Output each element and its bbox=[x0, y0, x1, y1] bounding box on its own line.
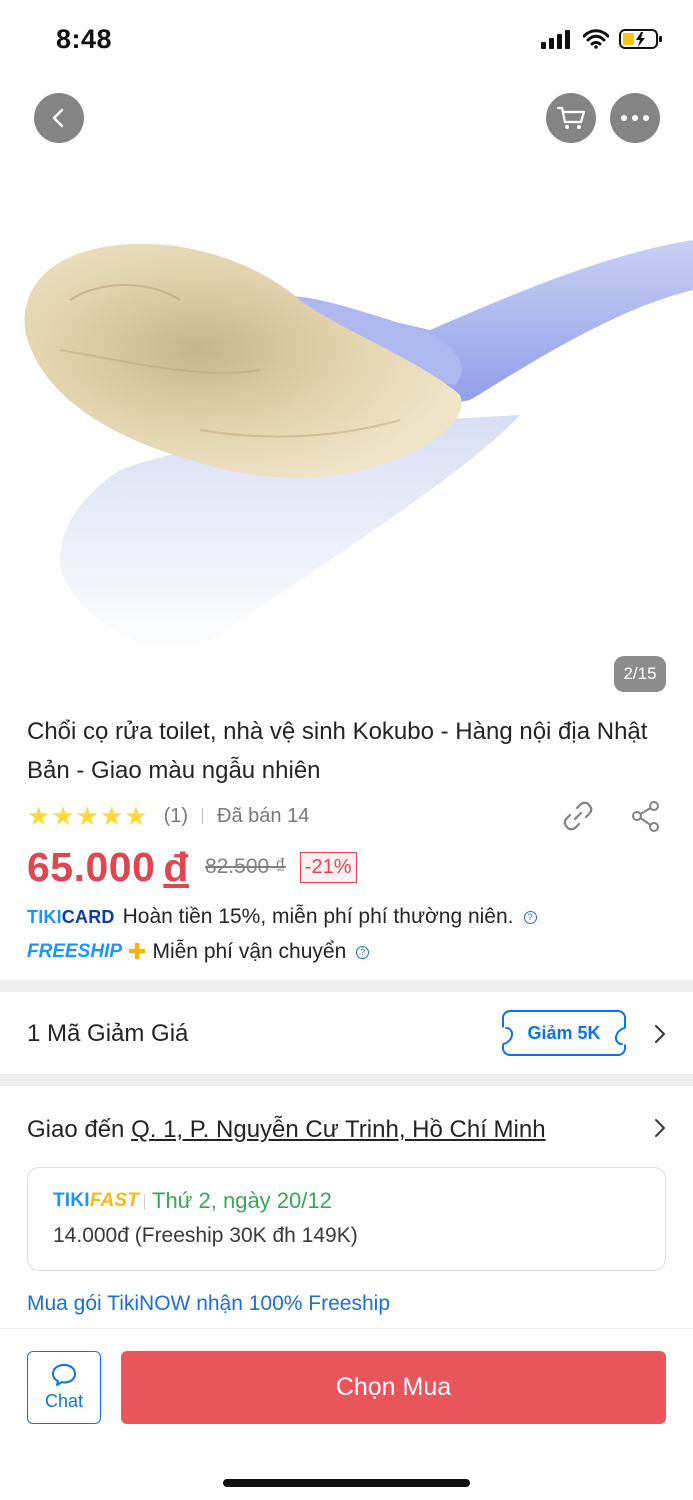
star-icon: ★ bbox=[75, 801, 99, 831]
chevron-left-icon bbox=[52, 108, 64, 128]
coupon-row[interactable]: 1 Mã Giảm Giá Giảm 5K bbox=[0, 992, 693, 1074]
delivery-option-card: TIKIFAST Thứ 2, ngày 20/12 14.000đ (Free… bbox=[27, 1167, 666, 1271]
shopping-cart-icon bbox=[556, 106, 586, 129]
status-icons bbox=[541, 28, 663, 50]
share-icon bbox=[632, 801, 659, 832]
coupon-tag[interactable]: Giảm 5K bbox=[502, 1010, 626, 1056]
delivery-date: Thứ 2, ngày 20/12 bbox=[152, 1188, 332, 1213]
info-icon[interactable]: ? bbox=[356, 945, 370, 959]
delivery-fee: 14.000đ (Freeship 30K đh 149K) bbox=[53, 1224, 358, 1247]
section-divider bbox=[0, 1074, 693, 1086]
star-icon: ★ bbox=[27, 801, 51, 831]
original-price: 82.500 ₫ bbox=[204, 855, 286, 878]
status-time: 8:48 bbox=[56, 24, 113, 54]
plus-icon: ✚ bbox=[128, 939, 147, 964]
buy-button[interactable]: Chọn Mua bbox=[121, 1351, 666, 1424]
more-dots-icon bbox=[621, 115, 649, 121]
current-price: 65.000 đ bbox=[27, 844, 189, 891]
sold-count: Đã bán 14 bbox=[217, 804, 310, 827]
delivery-prefix: Giao đến bbox=[27, 1116, 125, 1143]
freeship-logo: FREESHIP bbox=[27, 941, 123, 962]
chat-label: Chat bbox=[44, 1391, 84, 1411]
price-currency: đ bbox=[163, 843, 189, 890]
product-title: Chổi cọ rửa toilet, nhà vệ sinh Kokubo -… bbox=[27, 718, 648, 784]
tikifast-logo: TIKIFAST bbox=[53, 1190, 140, 1211]
tikicard-text: Hoàn tiền 15%, miễn phí phí thường niên. bbox=[122, 905, 514, 928]
tikicard-logo: TIKICARD bbox=[27, 906, 115, 927]
section-divider bbox=[0, 980, 693, 992]
divider bbox=[144, 1194, 145, 1210]
rating-divider bbox=[202, 808, 204, 824]
star-icon: ★ bbox=[124, 801, 148, 831]
copy-link-button[interactable] bbox=[562, 800, 594, 837]
price-value: 65.000 bbox=[27, 843, 156, 890]
rating-row[interactable]: ★ ★ ★ ★ ★ (1) Đã bán 14 bbox=[27, 800, 309, 832]
coupon-label: 1 Mã Giảm Giá bbox=[27, 1020, 189, 1047]
rating-stars: ★ ★ ★ ★ ★ bbox=[27, 803, 148, 829]
price-row: 65.000 đ 82.500 ₫ -21% bbox=[27, 842, 357, 892]
delivery-address-row[interactable]: Giao đến Q. 1, P. Nguyễn Cư Trinh, Hồ Ch… bbox=[27, 1116, 546, 1144]
image-counter: 2/15 bbox=[614, 656, 666, 692]
cart-button[interactable] bbox=[546, 93, 596, 143]
chat-bubble-icon bbox=[52, 1364, 76, 1386]
tikinow-link[interactable]: Mua gói TikiNOW nhận 100% Freeship bbox=[27, 1292, 390, 1316]
battery-charging-icon bbox=[619, 29, 662, 49]
delivery-address[interactable]: Q. 1, P. Nguyễn Cư Trinh, Hồ Chí Minh bbox=[131, 1116, 545, 1143]
freeship-promo[interactable]: FREESHIP ✚ Miễn phí vận chuyển ? bbox=[27, 939, 370, 965]
more-options-button[interactable] bbox=[610, 93, 660, 143]
status-bar: 8:48 bbox=[0, 0, 693, 80]
star-icon: ★ bbox=[51, 801, 75, 831]
discount-badge: -21% bbox=[299, 851, 357, 883]
review-count[interactable]: (1) bbox=[164, 805, 188, 828]
back-button[interactable] bbox=[34, 93, 84, 143]
chevron-right-icon[interactable] bbox=[652, 1024, 668, 1044]
wifi-icon bbox=[583, 29, 609, 49]
home-indicator bbox=[223, 1479, 470, 1487]
tikicard-promo[interactable]: TIKICARD Hoàn tiền 15%, miễn phí phí thư… bbox=[27, 905, 537, 929]
star-icon: ★ bbox=[99, 801, 124, 831]
freeship-text: Miễn phí vận chuyển bbox=[152, 940, 347, 963]
info-icon[interactable]: ? bbox=[523, 910, 537, 924]
chevron-right-icon[interactable] bbox=[652, 1118, 668, 1138]
product-image-gallery[interactable]: 2/15 bbox=[0, 0, 693, 692]
chat-button[interactable]: Chat bbox=[27, 1351, 101, 1424]
link-icon bbox=[563, 801, 593, 831]
share-button[interactable] bbox=[630, 800, 662, 837]
signal-icon bbox=[541, 30, 570, 49]
bottom-action-bar: Chat Chọn Mua bbox=[0, 1328, 693, 1500]
